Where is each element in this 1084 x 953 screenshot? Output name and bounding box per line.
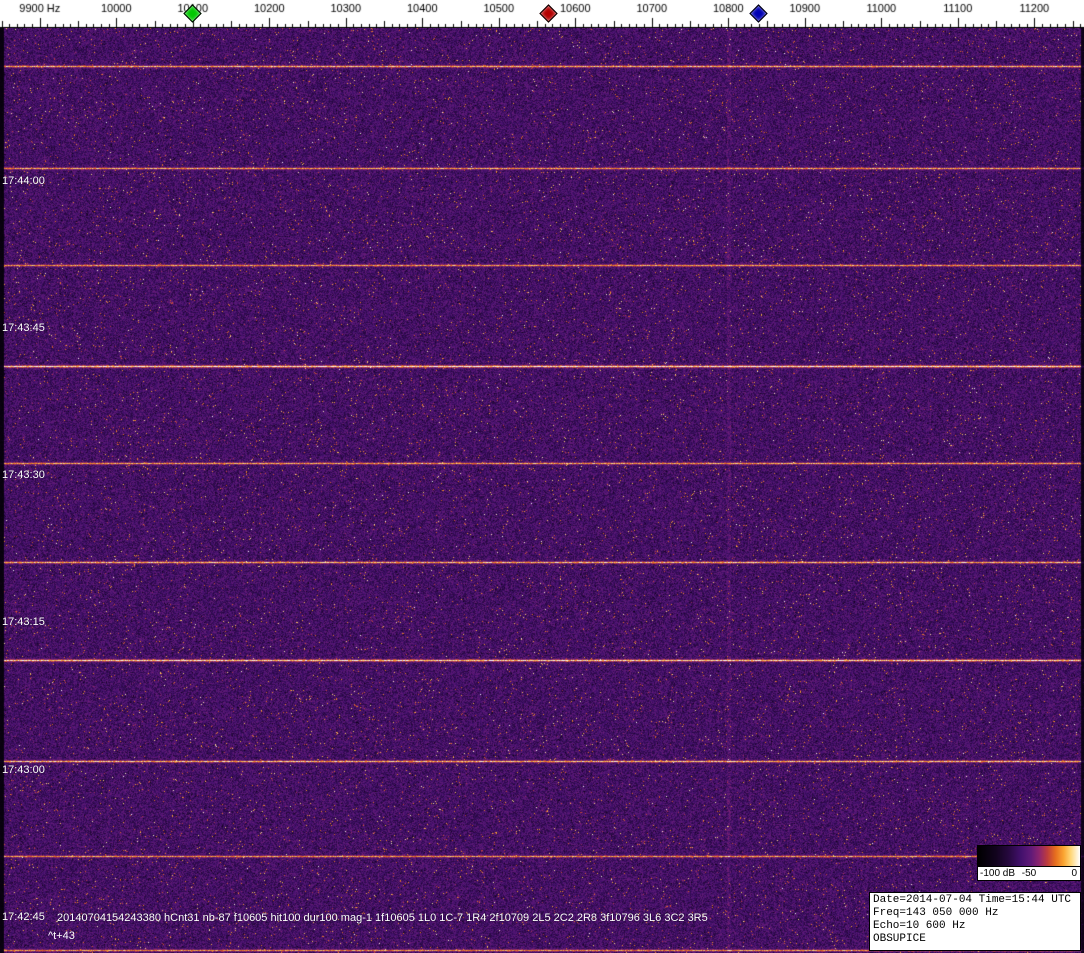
amplitude-colorbar: -100 dB -50 0 (977, 845, 1081, 881)
spectrogram-waterfall[interactable] (0, 28, 1084, 953)
colorbar-gradient (978, 846, 1080, 867)
time-label: 17:43:15 (2, 616, 45, 628)
colorbar-label-max: 0 (1071, 868, 1077, 879)
time-label: 17:43:30 (2, 469, 45, 481)
observation-info-box: Date=2014-07-04 Time=15:44 UTC Freq=143 … (869, 892, 1081, 951)
info-frequency: Freq=143 050 000 Hz (873, 907, 999, 919)
time-label: 17:42:45 (2, 911, 45, 923)
detection-meta-line: 20140704154243380 hCnt31 nb-87 f10605 hi… (57, 912, 708, 924)
colorbar-label-mid: -50 (1021, 868, 1037, 879)
colorbar-label-min: -100 dB (980, 868, 1016, 879)
info-echo: Echo=10 600 Hz (873, 920, 966, 932)
colorbar-labels: -100 dB -50 0 (978, 867, 1080, 880)
time-label: 17:43:45 (2, 322, 45, 334)
time-label: 17:43:00 (2, 764, 45, 776)
spectrum-lab-display: 17:44:00 17:43:45 17:43:30 17:43:15 17:4… (0, 0, 1084, 953)
info-date-time: Date=2014-07-04 Time=15:44 UTC (873, 894, 1072, 906)
detection-meta-line2: ^t+43 (48, 930, 75, 942)
info-station: OBSUPICE (873, 933, 926, 945)
time-label: 17:44:00 (2, 175, 45, 187)
